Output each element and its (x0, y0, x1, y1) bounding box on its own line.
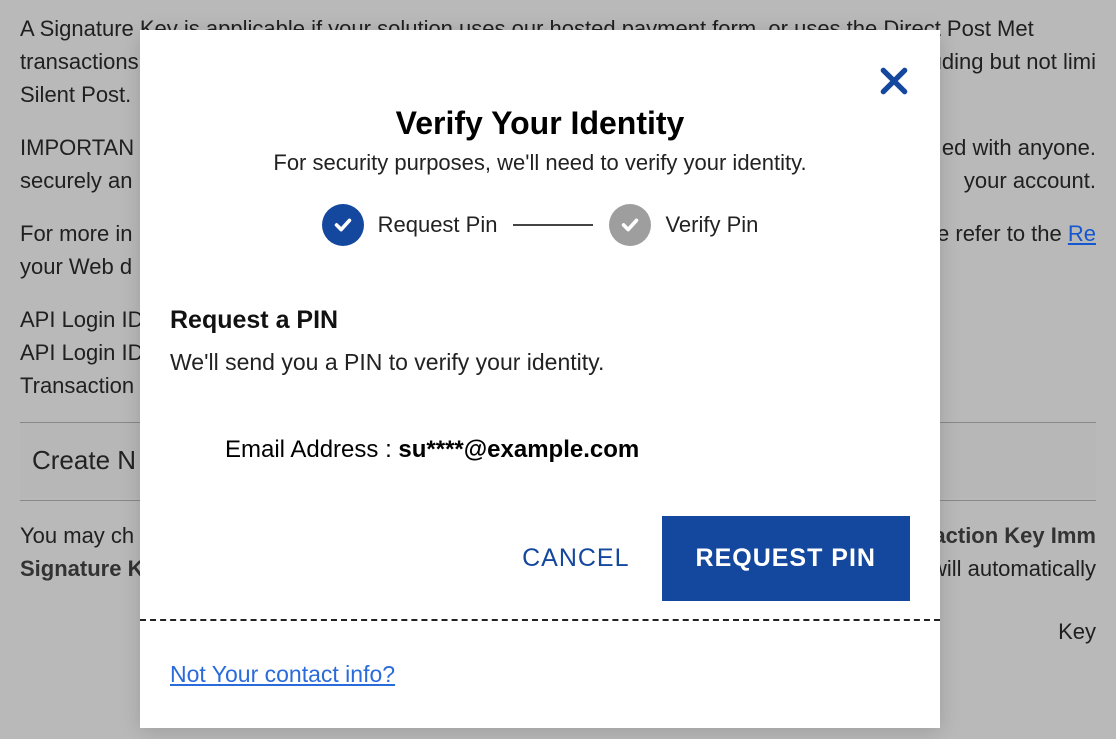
cancel-button[interactable]: CANCEL (522, 544, 629, 573)
bg-text: saction Key Imm (921, 519, 1096, 552)
modal-subtitle: For security purposes, we'll need to ver… (170, 150, 910, 176)
close-button[interactable] (878, 65, 910, 97)
email-label: Email Address : (225, 436, 398, 463)
bg-text: Silent Post. (20, 82, 131, 107)
bg-link[interactable]: Re (1068, 221, 1096, 246)
create-label: Create N (32, 445, 136, 475)
check-icon (332, 214, 354, 236)
section-description: We'll send you a PIN to verify your iden… (170, 349, 910, 376)
button-row: CANCEL REQUEST PIN (170, 516, 910, 601)
bg-text: will automatically (931, 552, 1096, 585)
bg-text: Transaction (20, 373, 134, 398)
bg-text: transactions (20, 49, 139, 74)
request-pin-button[interactable]: REQUEST PIN (662, 516, 910, 601)
bg-text: Key (1058, 619, 1096, 644)
bg-text: For more in (20, 221, 132, 246)
bg-text: uding but not limi (930, 45, 1096, 78)
bg-text: your Web d (20, 254, 132, 279)
bg-text: Signature K (20, 556, 143, 581)
email-row: Email Address : su****@example.com (225, 436, 910, 464)
modal-title: Verify Your Identity (170, 105, 910, 142)
step-circle-inactive (609, 204, 651, 246)
steps-indicator: Request Pin Verify Pin (170, 204, 910, 246)
bg-text: IMPORTAN (20, 135, 134, 160)
bg-text: se refer to the (926, 221, 1068, 246)
section-title: Request a PIN (170, 306, 910, 335)
verify-identity-modal: Verify Your Identity For security purpos… (140, 30, 940, 728)
step-label: Verify Pin (665, 212, 758, 238)
bg-text: API Login ID (20, 340, 144, 365)
divider-dashed (140, 619, 940, 621)
bg-text: securely an (20, 168, 133, 193)
not-your-contact-link[interactable]: Not Your contact info? (170, 661, 395, 688)
step-circle-active (322, 204, 364, 246)
close-icon (878, 65, 910, 97)
bg-text: API Login ID (20, 307, 144, 332)
check-icon (619, 214, 641, 236)
step-connector (513, 224, 593, 226)
step-label: Request Pin (378, 212, 498, 238)
bg-text: your account. (964, 164, 1096, 197)
bg-text: ed with anyone. (942, 131, 1096, 164)
step-verify-pin: Verify Pin (609, 204, 758, 246)
step-request-pin: Request Pin (322, 204, 498, 246)
email-value: su****@example.com (398, 436, 639, 463)
bg-text: You may ch (20, 523, 134, 548)
